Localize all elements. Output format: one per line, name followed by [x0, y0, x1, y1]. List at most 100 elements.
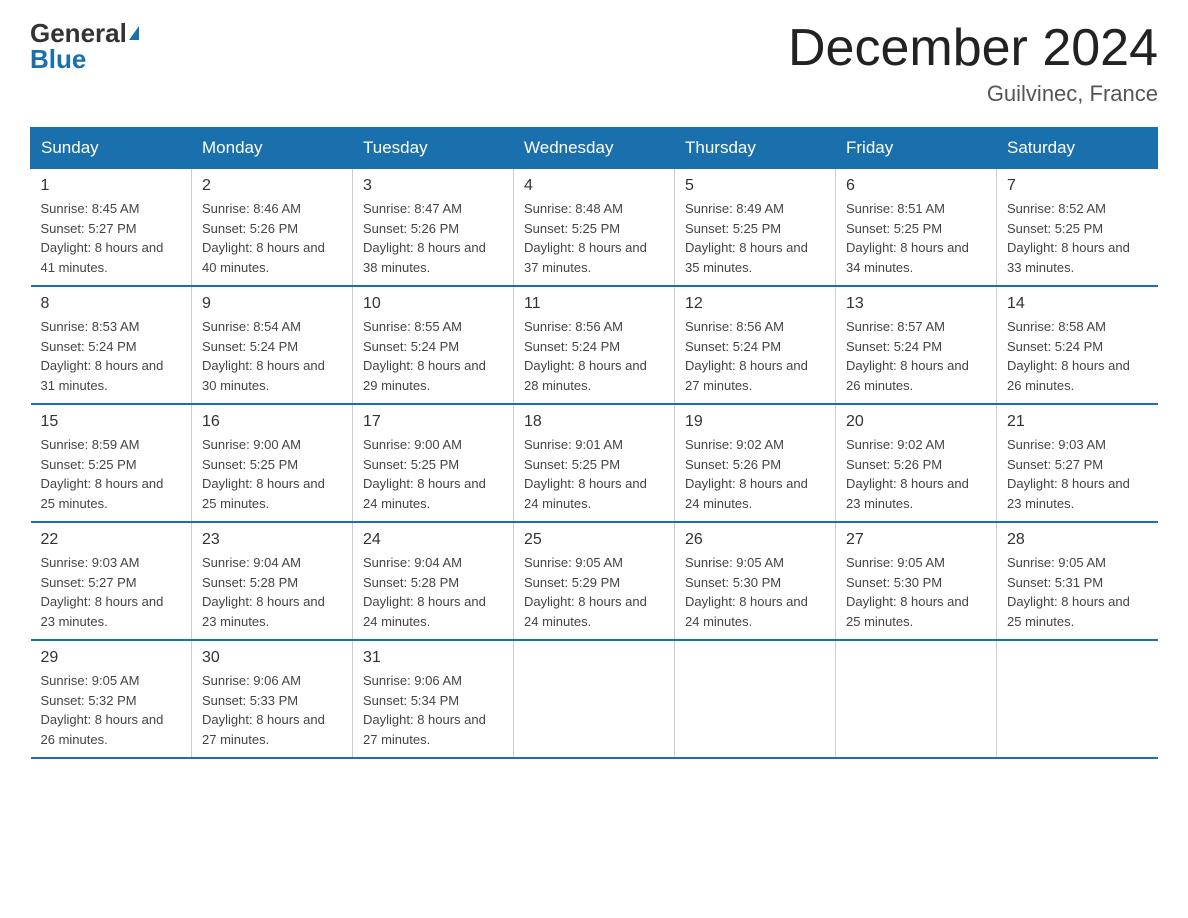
- week-row: 1 Sunrise: 8:45 AMSunset: 5:27 PMDayligh…: [31, 169, 1158, 287]
- day-info: Sunrise: 9:02 AMSunset: 5:26 PMDaylight:…: [685, 437, 808, 511]
- logo-general: General: [30, 20, 127, 46]
- day-cell: [836, 640, 997, 758]
- week-row: 8 Sunrise: 8:53 AMSunset: 5:24 PMDayligh…: [31, 286, 1158, 404]
- day-number: 30: [202, 649, 342, 667]
- day-info: Sunrise: 9:04 AMSunset: 5:28 PMDaylight:…: [202, 555, 325, 629]
- page-header: General Blue December 2024 Guilvinec, Fr…: [30, 20, 1158, 107]
- day-number: 26: [685, 531, 825, 549]
- day-number: 22: [41, 531, 182, 549]
- day-info: Sunrise: 9:03 AMSunset: 5:27 PMDaylight:…: [1007, 437, 1130, 511]
- day-cell: 14 Sunrise: 8:58 AMSunset: 5:24 PMDaylig…: [997, 286, 1158, 404]
- day-number: 19: [685, 413, 825, 431]
- day-info: Sunrise: 8:55 AMSunset: 5:24 PMDaylight:…: [363, 319, 486, 393]
- day-cell: 19 Sunrise: 9:02 AMSunset: 5:26 PMDaylig…: [675, 404, 836, 522]
- day-cell: [997, 640, 1158, 758]
- day-number: 17: [363, 413, 503, 431]
- day-info: Sunrise: 8:49 AMSunset: 5:25 PMDaylight:…: [685, 201, 808, 275]
- day-cell: 15 Sunrise: 8:59 AMSunset: 5:25 PMDaylig…: [31, 404, 192, 522]
- day-info: Sunrise: 8:47 AMSunset: 5:26 PMDaylight:…: [363, 201, 486, 275]
- week-row: 22 Sunrise: 9:03 AMSunset: 5:27 PMDaylig…: [31, 522, 1158, 640]
- day-cell: 20 Sunrise: 9:02 AMSunset: 5:26 PMDaylig…: [836, 404, 997, 522]
- day-number: 25: [524, 531, 664, 549]
- header-row: SundayMondayTuesdayWednesdayThursdayFrid…: [31, 128, 1158, 169]
- day-number: 12: [685, 295, 825, 313]
- header-cell-monday: Monday: [192, 128, 353, 169]
- day-info: Sunrise: 9:05 AMSunset: 5:30 PMDaylight:…: [685, 555, 808, 629]
- day-info: Sunrise: 9:06 AMSunset: 5:34 PMDaylight:…: [363, 673, 486, 747]
- day-cell: 6 Sunrise: 8:51 AMSunset: 5:25 PMDayligh…: [836, 169, 997, 287]
- day-info: Sunrise: 8:46 AMSunset: 5:26 PMDaylight:…: [202, 201, 325, 275]
- day-info: Sunrise: 8:45 AMSunset: 5:27 PMDaylight:…: [41, 201, 164, 275]
- day-info: Sunrise: 9:05 AMSunset: 5:32 PMDaylight:…: [41, 673, 164, 747]
- day-cell: [675, 640, 836, 758]
- day-number: 29: [41, 649, 182, 667]
- day-info: Sunrise: 8:52 AMSunset: 5:25 PMDaylight:…: [1007, 201, 1130, 275]
- day-info: Sunrise: 8:59 AMSunset: 5:25 PMDaylight:…: [41, 437, 164, 511]
- title-block: December 2024 Guilvinec, France: [788, 20, 1158, 107]
- day-info: Sunrise: 8:51 AMSunset: 5:25 PMDaylight:…: [846, 201, 969, 275]
- day-number: 28: [1007, 531, 1148, 549]
- day-cell: 17 Sunrise: 9:00 AMSunset: 5:25 PMDaylig…: [353, 404, 514, 522]
- day-cell: 21 Sunrise: 9:03 AMSunset: 5:27 PMDaylig…: [997, 404, 1158, 522]
- day-info: Sunrise: 8:48 AMSunset: 5:25 PMDaylight:…: [524, 201, 647, 275]
- day-cell: 30 Sunrise: 9:06 AMSunset: 5:33 PMDaylig…: [192, 640, 353, 758]
- header-cell-tuesday: Tuesday: [353, 128, 514, 169]
- day-number: 10: [363, 295, 503, 313]
- day-info: Sunrise: 8:57 AMSunset: 5:24 PMDaylight:…: [846, 319, 969, 393]
- day-cell: 12 Sunrise: 8:56 AMSunset: 5:24 PMDaylig…: [675, 286, 836, 404]
- day-number: 13: [846, 295, 986, 313]
- day-info: Sunrise: 9:02 AMSunset: 5:26 PMDaylight:…: [846, 437, 969, 511]
- day-cell: 13 Sunrise: 8:57 AMSunset: 5:24 PMDaylig…: [836, 286, 997, 404]
- day-cell: 11 Sunrise: 8:56 AMSunset: 5:24 PMDaylig…: [514, 286, 675, 404]
- day-info: Sunrise: 9:03 AMSunset: 5:27 PMDaylight:…: [41, 555, 164, 629]
- day-number: 15: [41, 413, 182, 431]
- day-cell: [514, 640, 675, 758]
- day-number: 21: [1007, 413, 1148, 431]
- day-cell: 2 Sunrise: 8:46 AMSunset: 5:26 PMDayligh…: [192, 169, 353, 287]
- day-number: 7: [1007, 177, 1148, 195]
- calendar-subtitle: Guilvinec, France: [788, 81, 1158, 107]
- day-number: 31: [363, 649, 503, 667]
- day-number: 20: [846, 413, 986, 431]
- day-info: Sunrise: 8:53 AMSunset: 5:24 PMDaylight:…: [41, 319, 164, 393]
- day-cell: 16 Sunrise: 9:00 AMSunset: 5:25 PMDaylig…: [192, 404, 353, 522]
- week-row: 29 Sunrise: 9:05 AMSunset: 5:32 PMDaylig…: [31, 640, 1158, 758]
- calendar-title: December 2024: [788, 20, 1158, 77]
- day-info: Sunrise: 8:54 AMSunset: 5:24 PMDaylight:…: [202, 319, 325, 393]
- week-row: 15 Sunrise: 8:59 AMSunset: 5:25 PMDaylig…: [31, 404, 1158, 522]
- day-cell: 5 Sunrise: 8:49 AMSunset: 5:25 PMDayligh…: [675, 169, 836, 287]
- day-number: 16: [202, 413, 342, 431]
- calendar-table: SundayMondayTuesdayWednesdayThursdayFrid…: [30, 127, 1158, 759]
- day-cell: 9 Sunrise: 8:54 AMSunset: 5:24 PMDayligh…: [192, 286, 353, 404]
- day-info: Sunrise: 9:06 AMSunset: 5:33 PMDaylight:…: [202, 673, 325, 747]
- day-number: 5: [685, 177, 825, 195]
- day-number: 8: [41, 295, 182, 313]
- day-number: 3: [363, 177, 503, 195]
- day-cell: 26 Sunrise: 9:05 AMSunset: 5:30 PMDaylig…: [675, 522, 836, 640]
- day-cell: 7 Sunrise: 8:52 AMSunset: 5:25 PMDayligh…: [997, 169, 1158, 287]
- day-cell: 4 Sunrise: 8:48 AMSunset: 5:25 PMDayligh…: [514, 169, 675, 287]
- day-info: Sunrise: 9:00 AMSunset: 5:25 PMDaylight:…: [363, 437, 486, 511]
- day-info: Sunrise: 8:56 AMSunset: 5:24 PMDaylight:…: [524, 319, 647, 393]
- header-cell-thursday: Thursday: [675, 128, 836, 169]
- day-cell: 23 Sunrise: 9:04 AMSunset: 5:28 PMDaylig…: [192, 522, 353, 640]
- day-info: Sunrise: 8:56 AMSunset: 5:24 PMDaylight:…: [685, 319, 808, 393]
- day-number: 1: [41, 177, 182, 195]
- day-number: 27: [846, 531, 986, 549]
- day-cell: 1 Sunrise: 8:45 AMSunset: 5:27 PMDayligh…: [31, 169, 192, 287]
- day-info: Sunrise: 9:00 AMSunset: 5:25 PMDaylight:…: [202, 437, 325, 511]
- header-cell-saturday: Saturday: [997, 128, 1158, 169]
- day-cell: 24 Sunrise: 9:04 AMSunset: 5:28 PMDaylig…: [353, 522, 514, 640]
- header-cell-wednesday: Wednesday: [514, 128, 675, 169]
- day-info: Sunrise: 9:04 AMSunset: 5:28 PMDaylight:…: [363, 555, 486, 629]
- day-cell: 25 Sunrise: 9:05 AMSunset: 5:29 PMDaylig…: [514, 522, 675, 640]
- day-info: Sunrise: 9:01 AMSunset: 5:25 PMDaylight:…: [524, 437, 647, 511]
- day-number: 6: [846, 177, 986, 195]
- day-cell: 27 Sunrise: 9:05 AMSunset: 5:30 PMDaylig…: [836, 522, 997, 640]
- day-number: 14: [1007, 295, 1148, 313]
- calendar-header: SundayMondayTuesdayWednesdayThursdayFrid…: [31, 128, 1158, 169]
- day-cell: 18 Sunrise: 9:01 AMSunset: 5:25 PMDaylig…: [514, 404, 675, 522]
- day-cell: 31 Sunrise: 9:06 AMSunset: 5:34 PMDaylig…: [353, 640, 514, 758]
- day-number: 24: [363, 531, 503, 549]
- day-cell: 10 Sunrise: 8:55 AMSunset: 5:24 PMDaylig…: [353, 286, 514, 404]
